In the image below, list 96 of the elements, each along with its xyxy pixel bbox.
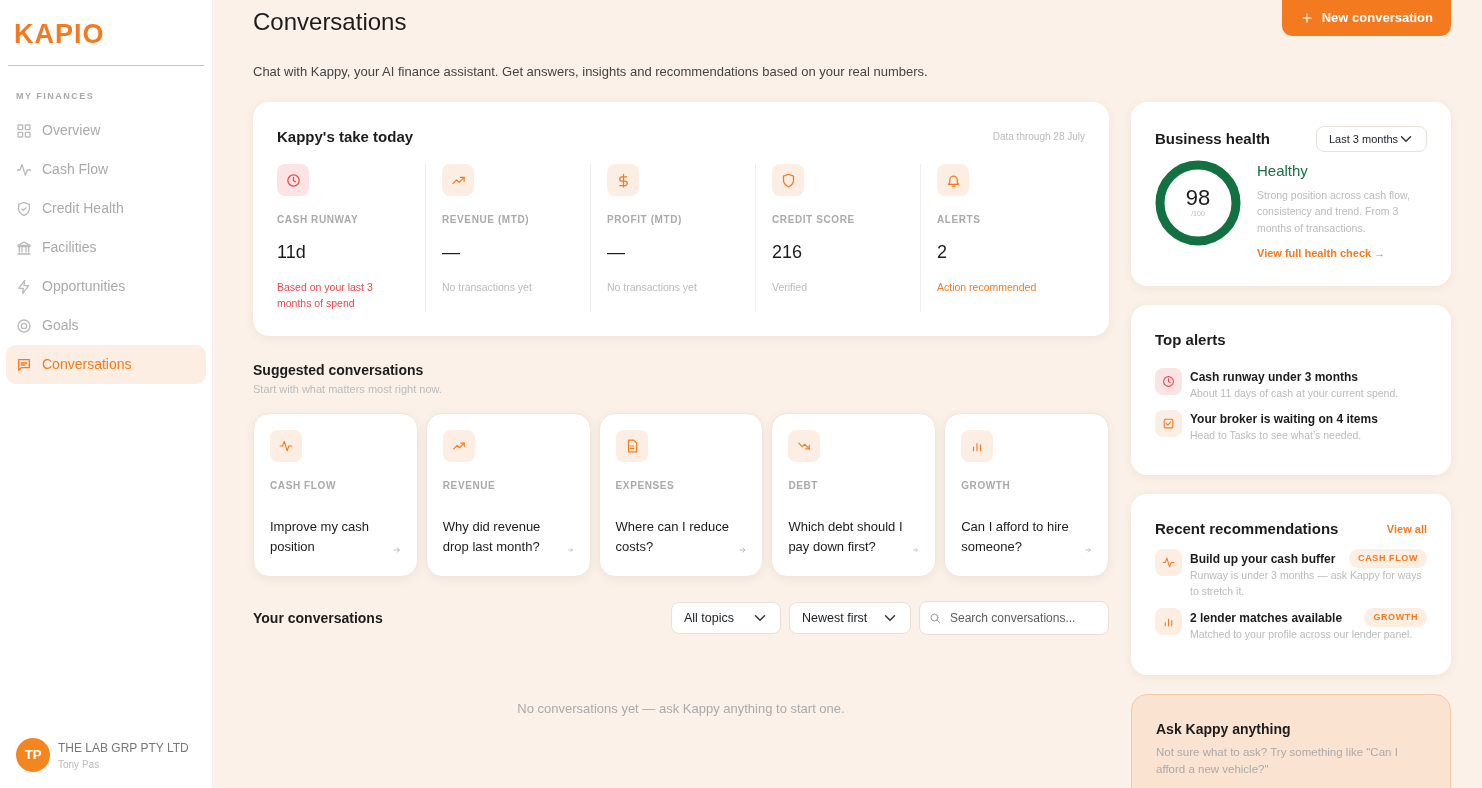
question-text: Improve my cash position	[270, 518, 370, 556]
alert-detail: About 11 days of cash at your current spend.	[1190, 385, 1399, 401]
user-name: Tony Pas	[58, 757, 101, 772]
ask-text: Not sure what to ask? Try something like "Can I afford a new vehicle?"	[1156, 745, 1399, 778]
trend-down-icon	[797, 439, 812, 453]
period-dropdown[interactable]: Last 3 months	[1316, 125, 1427, 152]
card-title: Recent recommendations	[1155, 519, 1339, 540]
bank-icon	[16, 239, 32, 256]
suggestion-card[interactable]: EXPENSES Where can I reduce costs?	[598, 413, 764, 577]
arrow-icon	[1083, 544, 1092, 556]
health-status: Healthy	[1257, 161, 1309, 181]
card-title: Kappy's take today	[277, 126, 414, 147]
recommendation-detail: Matched to your profile across our lender panel.	[1190, 627, 1414, 643]
topic-tag: CASH FLOW	[1349, 548, 1427, 569]
metric-label: REVENUE (MTD)	[442, 213, 531, 227]
alert-title: Your broker is waiting on 4 items	[1190, 410, 1378, 428]
bell-icon	[945, 172, 961, 188]
sidebar-item[interactable]: Cash Flow	[6, 150, 206, 189]
shield-icon	[780, 172, 796, 188]
topic-tag: GROWTH	[1364, 607, 1427, 628]
topic-label: REVENUE	[442, 479, 497, 493]
recommendation-detail: Runway is under 3 months — ask Kappy for ways to stretch it.	[1190, 568, 1423, 600]
logo: KAPIO	[13, 18, 106, 51]
trend-up-icon	[451, 439, 466, 453]
metric-label: PROFIT (MTD)	[607, 213, 683, 227]
avatar: TP	[16, 738, 50, 772]
metric-note: Action recommended	[937, 280, 1038, 295]
pulse-icon	[1162, 555, 1175, 569]
metric-value: 11d	[277, 241, 307, 264]
metric-note: Verified	[772, 280, 809, 295]
health-description: Strong position across cash flow, consistency and trend. From 3 months of transactions.	[1257, 187, 1411, 237]
sidebar-item[interactable]: Goals	[6, 306, 206, 345]
shield-check-icon	[16, 200, 32, 217]
metric-label: CASH RUNWAY	[277, 213, 360, 227]
metric-note: Based on your last 3 months of spend	[277, 280, 374, 311]
metric-label: ALERTS	[937, 213, 982, 227]
grid-icon	[16, 122, 32, 139]
sidebar-item[interactable]: Facilities	[6, 228, 206, 267]
section-subtitle: Start with what matters most right now.	[253, 381, 443, 397]
topic-dropdown[interactable]: All topics	[671, 601, 781, 635]
card-title: Ask Kappy anything	[1156, 720, 1292, 740]
pulse-icon	[16, 161, 32, 178]
sidebar-item[interactable]: Overview	[6, 111, 206, 150]
chat-icon	[16, 356, 32, 373]
alert-title: Cash runway under 3 months	[1190, 368, 1360, 386]
sort-dropdown[interactable]: Newest first	[789, 601, 911, 635]
metric-label: CREDIT SCORE	[772, 213, 856, 227]
card-title: Business health	[1155, 128, 1271, 149]
recommendation-title: 2 lender matches available	[1190, 609, 1343, 627]
clock-icon	[285, 172, 301, 188]
suggestion-card[interactable]: GROWTH Can I afford to hire someone?	[944, 413, 1109, 577]
topic-label: DEBT	[788, 479, 819, 493]
suggestion-card[interactable]: DEBT Which debt should I pay down first?	[771, 413, 937, 577]
card-title: Top alerts	[1155, 330, 1227, 351]
new-conversation-button[interactable]: New conversation	[1281, 0, 1451, 36]
health-check-link[interactable]: View full health check →	[1257, 244, 1386, 262]
recommendation-title: Build up your cash buffer	[1190, 550, 1336, 568]
checkbox-icon	[1162, 416, 1175, 430]
arrow-icon	[391, 544, 401, 556]
empty-message: No conversations yet — ask Kappy anything to start one.	[516, 700, 846, 718]
lightning-icon	[16, 278, 32, 295]
date-note: Data through 28 July	[992, 130, 1085, 145]
suggestion-card[interactable]: CASH FLOW Improve my cash position	[253, 413, 418, 577]
sidebar-item[interactable]: Conversations	[6, 345, 206, 384]
search-icon	[929, 612, 941, 624]
question-text: Can I afford to hire someone?	[961, 518, 1070, 556]
metric-value: 2	[937, 241, 948, 264]
question-text: Which debt should I pay down first?	[788, 518, 904, 556]
score-value: 98	[1185, 186, 1211, 209]
clock-icon	[1162, 374, 1175, 388]
page-title: Conversations	[253, 7, 407, 37]
section-title: Suggested conversations	[253, 360, 425, 380]
plus-icon	[1299, 10, 1314, 25]
question-text: Where can I reduce costs?	[615, 518, 730, 556]
sidebar-item[interactable]: Credit Health	[6, 189, 206, 228]
company-name: THE LAB GRP PTY LTD	[58, 739, 189, 757]
section-title: Your conversations	[253, 608, 383, 628]
section-label: MY FINANCES	[15, 89, 96, 103]
metric-value: —	[442, 241, 461, 264]
question-text: Why did revenue drop last month?	[442, 518, 542, 556]
arrow-icon	[737, 544, 747, 556]
topic-label: EXPENSES	[615, 479, 676, 493]
suggestion-card[interactable]: REVENUE Why did revenue drop last month?	[425, 413, 591, 577]
metric-value: —	[607, 241, 626, 264]
page-subtitle: Chat with Kappy, your AI finance assistant. Get answers, insights and recommendations based on your real numbers.	[253, 63, 929, 81]
pulse-icon	[279, 439, 293, 453]
search-field[interactable]: Search conversations...	[919, 601, 1109, 635]
target-icon	[16, 317, 32, 334]
view-all-link[interactable]: View all	[1386, 521, 1427, 538]
metric-note: No transactions yet	[442, 280, 533, 295]
topic-label: GROWTH	[961, 479, 1012, 493]
alert-detail: Head to Tasks to see what’s needed.	[1190, 427, 1363, 443]
metric-value: 216	[772, 241, 804, 264]
sidebar-item[interactable]: Opportunities	[6, 267, 206, 306]
metric-note: No transactions yet	[607, 280, 698, 295]
topic-label: CASH FLOW	[270, 479, 337, 493]
